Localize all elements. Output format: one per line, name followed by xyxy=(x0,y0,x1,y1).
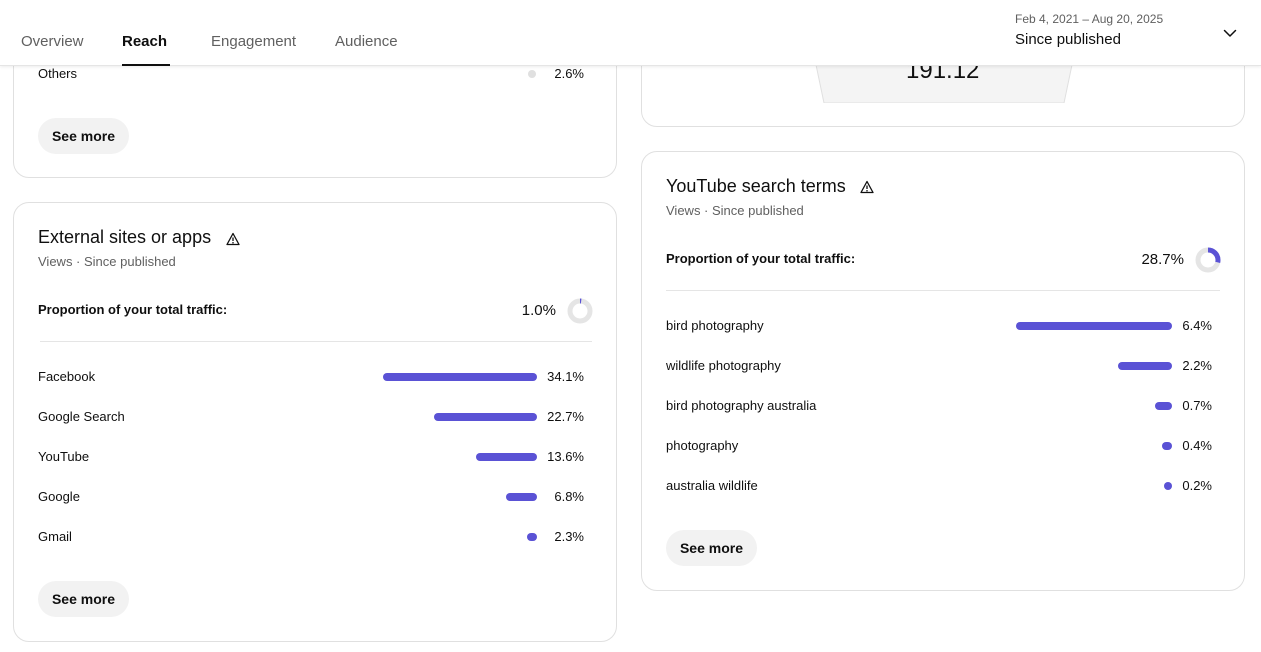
row-value: 0.4% xyxy=(1182,438,1212,453)
proportion-donut xyxy=(1195,247,1221,273)
list-item: Gmail 2.3% xyxy=(38,527,590,547)
tab-engagement[interactable]: Engagement xyxy=(211,33,296,66)
row-bar xyxy=(1154,402,1172,410)
card-title: YouTube search terms xyxy=(666,176,846,196)
date-range-label: Since published xyxy=(1015,31,1121,48)
list-item: YouTube 13.6% xyxy=(38,447,590,467)
row-label: Facebook xyxy=(38,369,96,384)
proportion-donut xyxy=(567,298,593,324)
list-item: bird photography australia 0.7% xyxy=(666,396,1218,416)
see-more-button[interactable]: See more xyxy=(38,118,129,154)
list-item: Google Search 22.7% xyxy=(38,407,590,427)
row-value: 6.8% xyxy=(554,489,584,504)
proportion-label: Proportion of your total traffic: xyxy=(38,302,228,317)
row-label: Others xyxy=(38,66,78,81)
row-bar xyxy=(1162,442,1172,450)
see-more-button[interactable]: See more xyxy=(38,581,129,617)
list-item: Google 6.8% xyxy=(38,487,590,507)
row-value: 0.2% xyxy=(1182,478,1212,493)
analytics-header: Overview Reach Engagement Audience Feb 4… xyxy=(0,0,1261,66)
list-item-others: Others 2.6% xyxy=(38,64,590,84)
list-item: australia wildlife 0.2% xyxy=(666,476,1218,496)
tab-reach[interactable]: Reach xyxy=(122,33,170,66)
list-item: Facebook 34.1% xyxy=(38,367,590,387)
row-value: 2.6% xyxy=(554,66,584,81)
proportion-label: Proportion of your total traffic: xyxy=(666,251,856,266)
row-label: Google xyxy=(38,489,80,504)
row-value: 0.7% xyxy=(1182,398,1212,413)
warning-icon[interactable] xyxy=(860,180,874,194)
divider xyxy=(40,341,592,342)
search-terms-card: YouTube search terms Views · Since publi… xyxy=(641,151,1245,591)
card-subtitle: Views · Since published xyxy=(38,254,176,269)
row-label: YouTube xyxy=(38,449,90,464)
card-title: External sites or apps xyxy=(38,227,212,247)
row-value: 34.1% xyxy=(547,369,584,384)
row-bar xyxy=(434,413,537,421)
others-dot xyxy=(528,70,536,78)
row-bar xyxy=(475,453,537,461)
row-bar xyxy=(1118,362,1172,370)
row-bar xyxy=(1164,482,1172,490)
list-item: bird photography 6.4% xyxy=(666,316,1218,336)
row-label: Gmail xyxy=(38,529,72,544)
row-value: 22.7% xyxy=(547,409,584,424)
proportion-value: 28.7% xyxy=(1141,251,1184,268)
chevron-down-icon xyxy=(1223,29,1237,37)
row-bar xyxy=(383,373,537,381)
row-label: australia wildlife xyxy=(666,478,758,493)
warning-icon[interactable] xyxy=(226,232,240,246)
tab-overview[interactable]: Overview xyxy=(21,33,84,66)
date-range-dates: Feb 4, 2021 – Aug 20, 2025 xyxy=(1015,12,1164,26)
row-value: 6.4% xyxy=(1182,318,1212,333)
proportion-value: 1.0% xyxy=(521,302,556,319)
row-value: 2.2% xyxy=(1182,358,1212,373)
row-bar xyxy=(1016,322,1172,330)
donut-track xyxy=(567,298,593,324)
row-label: Google Search xyxy=(38,409,125,424)
row-label: bird photography australia xyxy=(666,398,817,413)
row-label: bird photography xyxy=(666,318,764,333)
row-label: photography xyxy=(666,438,739,453)
list-item: wildlife photography 2.2% xyxy=(666,356,1218,376)
row-bar xyxy=(506,493,537,501)
date-range-selector[interactable]: Feb 4, 2021 – Aug 20, 2025 Since publish… xyxy=(1015,11,1245,55)
row-value: 2.3% xyxy=(554,529,584,544)
row-value: 13.6% xyxy=(547,449,584,464)
card-subtitle: Views · Since published xyxy=(666,203,804,218)
row-bar xyxy=(526,533,537,541)
row-label: wildlife photography xyxy=(666,358,781,373)
see-more-button[interactable]: See more xyxy=(666,530,757,566)
list-item: photography 0.4% xyxy=(666,436,1218,456)
tab-audience[interactable]: Audience xyxy=(335,33,398,66)
external-sites-card: External sites or apps Views · Since pub… xyxy=(13,202,617,642)
divider xyxy=(666,290,1220,291)
